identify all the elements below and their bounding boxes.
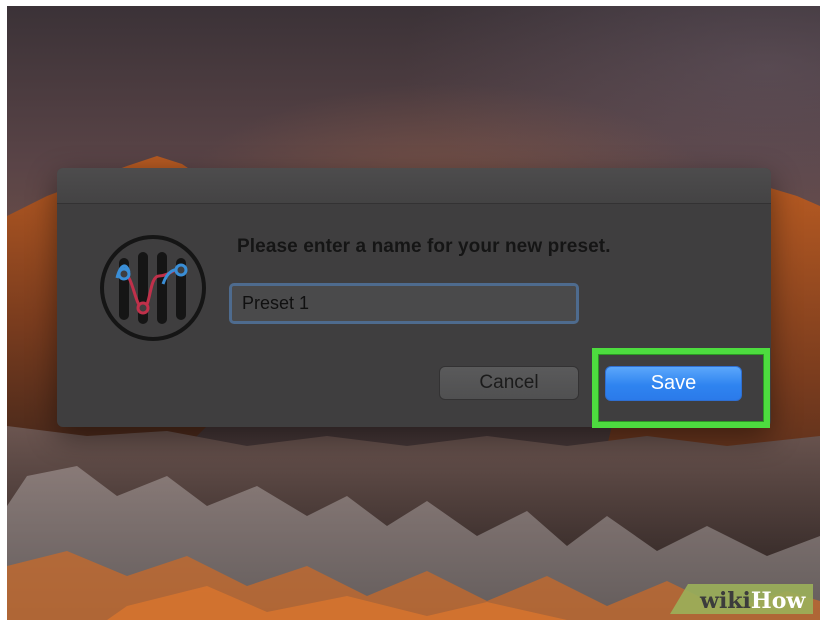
cancel-button[interactable]: Cancel [439,366,579,400]
watermark-text-how: How [750,588,806,614]
save-preset-dialog: Please enter a name for your new preset.… [57,168,771,427]
preset-name-field[interactable] [229,283,579,324]
wikihow-logo: wikiHow [700,588,805,614]
equalizer-preset-icon [100,235,206,341]
watermark-text-wiki: wiki [700,588,751,614]
save-button[interactable]: Save [605,366,742,401]
dialog-titlebar [57,168,771,204]
dialog-message: Please enter a name for your new preset. [237,236,611,257]
